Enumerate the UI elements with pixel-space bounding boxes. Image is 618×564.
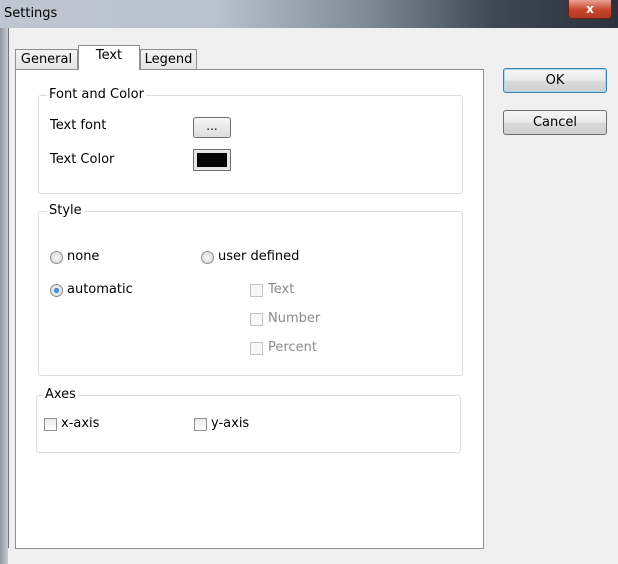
style-user-defined-label[interactable]: user defined xyxy=(218,249,299,264)
x-axis-label[interactable]: x-axis xyxy=(61,416,99,431)
window-title: Settings xyxy=(4,6,58,21)
tab-panel-text: Font and Color Text font ... Text Color … xyxy=(15,69,484,549)
window-bottom-area xyxy=(8,548,618,564)
style-automatic-label[interactable]: automatic xyxy=(67,282,133,297)
text-font-label: Text font xyxy=(50,118,107,133)
tab-general[interactable]: General xyxy=(15,49,78,69)
close-icon[interactable]: x xyxy=(568,0,612,19)
text-color-label: Text Color xyxy=(50,152,115,167)
tab-legend[interactable]: Legend xyxy=(140,49,197,69)
y-axis-checkbox[interactable] xyxy=(194,418,207,431)
style-number-checkbox[interactable] xyxy=(250,313,263,326)
text-color-swatch[interactable] xyxy=(193,149,231,171)
y-axis-label[interactable]: y-axis xyxy=(211,416,249,431)
title-bar[interactable]: Settings x xyxy=(0,0,618,28)
cancel-button[interactable]: Cancel xyxy=(503,110,607,135)
style-text-checkbox[interactable] xyxy=(250,284,263,297)
style-percent-checkbox[interactable] xyxy=(250,342,263,355)
ok-button[interactable]: OK xyxy=(503,68,607,93)
font-and-color-group-label: Font and Color xyxy=(47,87,146,102)
axes-group-label: Axes xyxy=(43,387,78,402)
tab-text[interactable]: Text xyxy=(78,45,140,70)
x-axis-checkbox[interactable] xyxy=(44,418,57,431)
style-number-label: Number xyxy=(268,311,321,326)
style-none-radio[interactable] xyxy=(50,251,63,264)
style-text-label: Text xyxy=(268,282,295,297)
text-color-fill xyxy=(197,153,227,167)
style-group-label: Style xyxy=(47,203,84,218)
window-left-border xyxy=(0,28,9,564)
style-automatic-radio[interactable] xyxy=(50,284,63,297)
font-and-color-group: Font and Color Text font ... Text Color xyxy=(38,87,463,194)
style-group: Style none user defined automatic Text N… xyxy=(38,203,463,376)
style-none-label[interactable]: none xyxy=(67,249,99,264)
axes-group: Axes x-axis y-axis xyxy=(36,387,461,453)
style-user-defined-radio[interactable] xyxy=(201,251,214,264)
style-percent-label: Percent xyxy=(268,340,317,355)
settings-dialog: Settings x General Text Legend Font and … xyxy=(0,0,618,564)
text-font-button[interactable]: ... xyxy=(193,117,231,138)
